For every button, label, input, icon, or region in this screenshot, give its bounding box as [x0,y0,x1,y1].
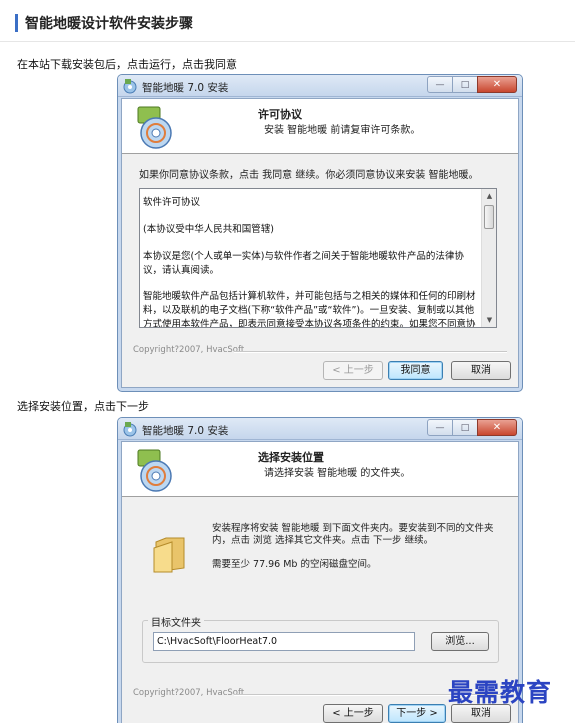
back-button[interactable]: < 上一步 [323,361,383,380]
close-icon[interactable]: ✕ [477,76,517,93]
minimize-icon[interactable]: — [427,76,453,93]
window-title: 智能地暖 7.0 安装 [142,425,229,437]
page-header: 智能地暖设计软件安装步骤 [0,0,575,42]
installer-app-icon [123,422,137,437]
step-1-text: 在本站下载安装包后，点击运行，点击我同意 [17,58,237,71]
install-description: 安装程序将安装 智能地暖 到下面文件夹内。要安装到不同的文件夹内，点击 浏览 选… [212,523,494,546]
setup-disc-icon [137,106,172,149]
browse-button[interactable]: 浏览... [431,632,489,651]
folder-icon [153,537,185,573]
branding-text: Copyright?2007, HvacSoft [133,345,245,355]
next-button[interactable]: 下一步 > [388,704,446,723]
title-bar[interactable]: 智能地暖 7.0 安装 — □ ✕ [118,418,522,440]
license-paragraph: (本协议受中华人民共和国管辖) [143,224,274,235]
maximize-icon[interactable]: □ [452,76,478,93]
back-button[interactable]: < 上一步 [323,704,383,723]
license-intro-text: 如果你同意协议条款，点击 我同意 继续。你必须同意协议来安装 智能地暖。 [139,170,479,181]
scroll-up-arrow-icon[interactable]: ▲ [482,189,496,203]
window-title: 智能地暖 7.0 安装 [142,82,229,94]
license-paragraph: 智能地暖软件产品包括计算机软件，并可能包括与之相关的媒体和任何的印刷材料，以及联… [143,291,476,328]
installer-window-license: 智能地暖 7.0 安装 — □ ✕ 许可协议 安装 智能地暖 前请复审许可条款。… [117,74,523,392]
destination-folder-label: 目标文件夹 [148,614,204,629]
dialog-heading: 许可协议 [258,108,302,121]
scroll-thumb[interactable] [484,205,494,229]
page-title: 智能地暖设计软件安装步骤 [25,16,193,32]
window-controls: — □ ✕ [427,76,517,93]
installer-app-icon [123,79,137,94]
destination-path-input[interactable]: C:\HvacSoft\FloorHeat7.0 [153,632,415,651]
branding-text: Copyright?2007, HvacSoft [133,688,245,698]
space-required-text: 需要至少 77.96 Mb 的空闲磁盘空间。 [212,559,377,570]
scroll-down-arrow-icon[interactable]: ▼ [482,313,496,327]
site-watermark: 最需教育 [448,678,553,707]
cancel-button[interactable]: 取消 [451,361,511,380]
dialog-header-banner: 许可协议 安装 智能地暖 前请复审许可条款。 [122,99,518,154]
minimize-icon[interactable]: — [427,419,453,436]
title-bar[interactable]: 智能地暖 7.0 安装 — □ ✕ [118,75,522,97]
license-paragraph: 软件许可协议 [143,197,201,208]
divider-line [234,351,507,353]
dialog-subheading: 请选择安装 智能地暖 的文件夹。 [264,468,411,479]
close-icon[interactable]: ✕ [477,419,517,436]
dialog-header-banner: 选择安装位置 请选择安装 智能地暖 的文件夹。 [122,442,518,497]
dialog-subheading: 安装 智能地暖 前请复审许可条款。 [264,125,421,136]
agree-button[interactable]: 我同意 [388,361,443,380]
license-text-box[interactable]: 软件许可协议 (本协议受中华人民共和国管辖) 本协议是您(个人或单一实体)与软件… [139,188,497,328]
step-2-text: 选择安装位置，点击下一步 [17,400,149,413]
title-accent-bar [15,14,18,32]
dialog-client-area: 许可协议 安装 智能地暖 前请复审许可条款。 如果你同意协议条款，点击 我同意 … [121,98,519,388]
maximize-icon[interactable]: □ [452,419,478,436]
license-text: 软件许可协议 (本协议受中华人民共和国管辖) 本协议是您(个人或单一实体)与软件… [143,196,481,328]
window-controls: — □ ✕ [427,419,517,436]
license-scrollbar[interactable]: ▲ ▼ [481,189,496,327]
setup-disc-icon [137,449,172,492]
license-paragraph: 本协议是您(个人或单一实体)与软件作者之间关于智能地暖软件产品的法律协议，请认真… [143,251,464,276]
dialog-heading: 选择安装位置 [258,451,324,464]
